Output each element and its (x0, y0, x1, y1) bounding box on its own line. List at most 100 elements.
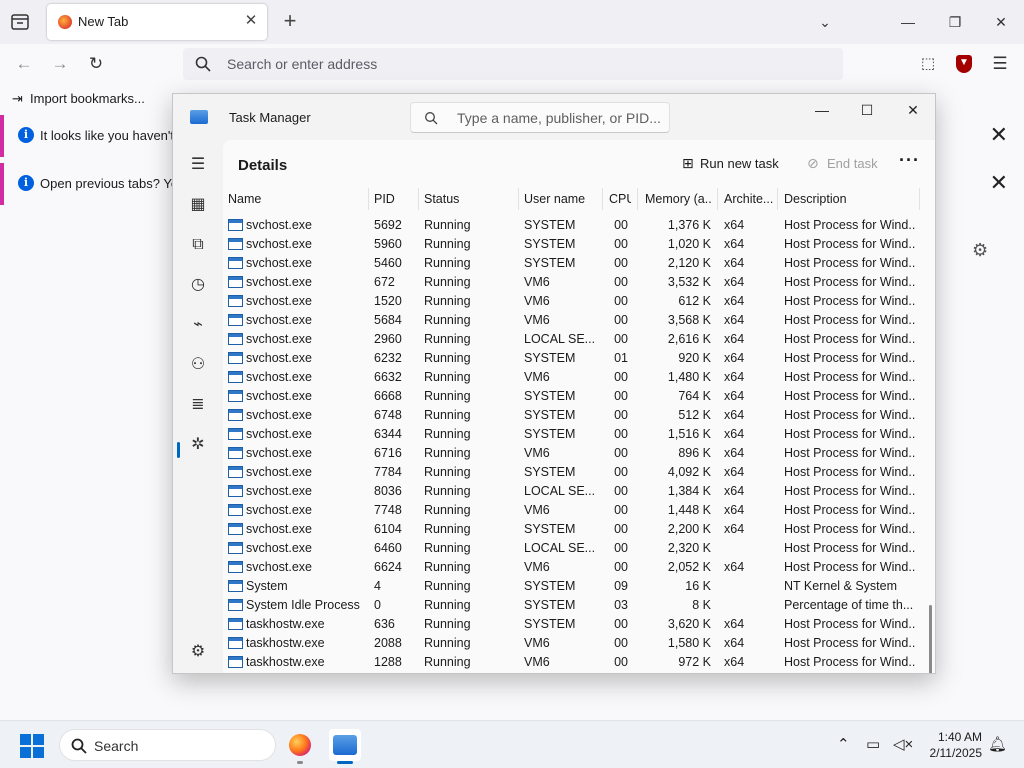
cell-architecture: x64 (724, 351, 745, 365)
extensions-puzzle-icon[interactable]: ⬚ (916, 52, 940, 76)
cell-memory: 1,516 K (667, 427, 711, 441)
back-arrow-icon[interactable]: ← (12, 52, 36, 76)
clock[interactable]: 1:40 AM 2/11/2025 (918, 729, 983, 761)
process-search-input[interactable]: Type a name, publisher, or PID... (410, 102, 670, 133)
run-new-task-button[interactable]: ⊞ Run new task (682, 155, 779, 172)
column-divider[interactable] (418, 188, 419, 210)
table-row[interactable]: svchost.exe 2960 Running LOCAL SE... 00 2,616… (223, 330, 923, 349)
table-row[interactable]: svchost.exe 7748 Running VM6 00 1,448 K x64 Hos… (223, 501, 923, 520)
table-row[interactable]: svchost.exe 5960 Running SYSTEM 00 1,020 K x64… (223, 235, 923, 254)
table-row[interactable]: svchost.exe 5684 Running VM6 00 3,568 K x64 Hos… (223, 311, 923, 330)
taskbar-search-box[interactable]: Search (59, 729, 276, 761)
close-notice-icon[interactable]: ✕ (990, 124, 1008, 146)
table-row[interactable]: taskhostw.exe 2088 Running VM6 00 1,580 K x64 H… (223, 634, 923, 653)
col-name[interactable]: Name (228, 192, 368, 206)
table-row[interactable]: svchost.exe 6716 Running VM6 00 896 K x64 Host … (223, 444, 923, 463)
network-icon[interactable]: ▭ (866, 735, 880, 753)
column-divider[interactable] (777, 188, 778, 210)
sort-ascending-icon: ^ (291, 188, 296, 193)
cell-pid: 2960 (374, 332, 402, 346)
table-row[interactable]: svchost.exe 6624 Running VM6 00 2,052 K x64 Hos… (223, 558, 923, 577)
cell-architecture: x64 (724, 294, 745, 308)
hamburger-menu-icon[interactable]: ☰ (988, 52, 1012, 76)
end-task-button[interactable]: ⊘ End task (807, 155, 878, 172)
table-row[interactable]: svchost.exe 7784 Running SYSTEM 00 4,092 K x64… (223, 463, 923, 482)
url-bar[interactable]: Search or enter address (183, 48, 843, 80)
column-divider[interactable] (518, 188, 519, 210)
cell-status: Running (424, 332, 471, 346)
maximize-window-icon[interactable]: ☐ (855, 100, 879, 120)
column-divider[interactable] (637, 188, 638, 210)
col-status[interactable]: Status (424, 192, 518, 206)
table-row[interactable]: taskhostw.exe 1288 Running VM6 00 972 K x64 Hos… (223, 653, 923, 672)
cell-pid: 6716 (374, 446, 402, 460)
col-description[interactable]: Description (784, 192, 916, 206)
table-row[interactable]: svchost.exe 6344 Running SYSTEM 00 1,516 K x64… (223, 425, 923, 444)
close-notice-icon[interactable]: ✕ (990, 172, 1008, 194)
nav-details-icon[interactable]: ≣ (186, 393, 210, 417)
windows-start-icon[interactable] (20, 734, 44, 758)
close-window-icon[interactable]: ✕ (989, 10, 1013, 34)
restore-window-icon[interactable]: ❐ (943, 10, 967, 34)
table-row[interactable]: svchost.exe 6232 Running SYSTEM 01 920 K x64 Ho… (223, 349, 923, 368)
process-name: svchost.exe (246, 370, 313, 384)
volume-muted-icon[interactable]: ◁× (893, 735, 913, 753)
col-cpu[interactable]: CPU (609, 192, 631, 206)
cell-pid: 5692 (374, 218, 402, 232)
table-row[interactable]: svchost.exe 5692 Running SYSTEM 00 1,376 K x64… (223, 216, 923, 235)
nav-app-history-icon[interactable]: ◷ (186, 273, 210, 297)
process-name: svchost.exe (246, 256, 313, 270)
forward-arrow-icon[interactable]: → (48, 52, 72, 76)
cell-memory: 1,376 K (667, 218, 711, 232)
column-divider[interactable] (717, 188, 718, 210)
table-row[interactable]: System 4 Running SYSTEM 09 16 K NT Kernel & Sy… (223, 577, 923, 596)
show-hidden-icons-chevron-icon[interactable]: ⌃ (837, 735, 850, 753)
table-row[interactable]: svchost.exe 6460 Running LOCAL SE... 00 2,320… (223, 539, 923, 558)
nav-services-icon[interactable]: ✲ (186, 433, 210, 457)
new-tab-plus-icon[interactable]: + (280, 10, 300, 32)
table-row[interactable]: svchost.exe 6668 Running SYSTEM 00 764 K x64 Ho… (223, 387, 923, 406)
minimize-window-icon[interactable]: — (896, 10, 920, 34)
list-all-tabs-icon[interactable] (8, 11, 32, 33)
nav-settings-gear-icon[interactable]: ⚙ (186, 640, 210, 664)
task-manager-window: Task Manager Type a name, publisher, or … (172, 93, 936, 674)
cell-cpu: 00 (614, 389, 628, 403)
col-pid[interactable]: PID (374, 192, 418, 206)
table-row[interactable]: svchost.exe 6104 Running SYSTEM 00 2,200 K x64… (223, 520, 923, 539)
process-window-icon (228, 257, 243, 269)
table-row[interactable]: svchost.exe 1520 Running VM6 00 612 K x64 Host … (223, 292, 923, 311)
more-options-icon[interactable]: ··· (899, 150, 920, 171)
col-architecture[interactable]: Archite... (724, 192, 776, 206)
taskbar-task-manager-icon[interactable] (329, 729, 361, 761)
close-tab-icon[interactable]: ✕ (243, 13, 259, 29)
table-row[interactable]: svchost.exe 672 Running VM6 00 3,532 K x64 Host… (223, 273, 923, 292)
table-row[interactable]: System Idle Process 0 Running SYSTEM 03 8 K Pe… (223, 596, 923, 615)
table-row[interactable]: svchost.exe 6632 Running VM6 00 1,480 K x64 Hos… (223, 368, 923, 387)
vertical-scrollbar[interactable] (929, 605, 932, 673)
nav-processes-icon[interactable]: ▦ (186, 193, 210, 217)
table-row[interactable]: svchost.exe 5460 Running SYSTEM 00 2,120 K x64… (223, 254, 923, 273)
column-divider[interactable] (602, 188, 603, 210)
minimize-window-icon[interactable]: — (810, 100, 834, 120)
nav-performance-icon[interactable]: ⧉ (186, 233, 210, 257)
nav-startup-apps-icon[interactable]: ⌁ (186, 313, 210, 337)
ublock-origin-icon[interactable]: ▼ (956, 55, 972, 73)
import-bookmarks-link[interactable]: ⇥ Import bookmarks... (12, 91, 145, 107)
tab-overflow-chevron-icon[interactable]: ⌄ (813, 10, 837, 34)
table-row[interactable]: taskhostw.exe 636 Running SYSTEM 00 3,620 K x6… (223, 615, 923, 634)
browser-tab-new-tab[interactable]: New Tab ✕ (47, 4, 267, 40)
column-divider[interactable] (368, 188, 369, 210)
close-window-icon[interactable]: ✕ (901, 100, 925, 120)
notifications-bell-icon[interactable]: 🔔︎ (988, 735, 1007, 753)
column-divider[interactable] (919, 188, 920, 210)
table-row[interactable]: svchost.exe 8036 Running LOCAL SE... 00 1,384… (223, 482, 923, 501)
hamburger-menu-icon[interactable]: ☰ (186, 153, 210, 177)
col-user[interactable]: User name (524, 192, 604, 206)
nav-users-icon[interactable]: ⚇ (186, 353, 210, 377)
process-window-icon (228, 371, 243, 383)
col-memory[interactable]: Memory (a... (645, 192, 711, 206)
taskbar-firefox-icon[interactable] (284, 729, 316, 761)
table-row[interactable]: svchost.exe 6748 Running SYSTEM 00 512 K x64 Ho… (223, 406, 923, 425)
reload-icon[interactable]: ↻ (84, 52, 108, 76)
new-tab-settings-gear-icon[interactable]: ⚙ (972, 240, 988, 261)
